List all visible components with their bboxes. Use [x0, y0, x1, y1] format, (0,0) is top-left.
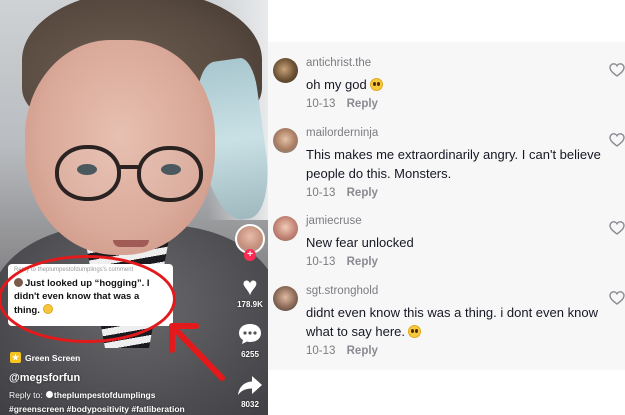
comment-item: jamiecruse New fear unlocked 10-13 Reply: [268, 200, 625, 276]
comment-username[interactable]: sgt.stronghold: [306, 285, 378, 297]
comment-item: mailorderninja This makes me extraordina…: [268, 112, 625, 199]
red-arrow-icon: [169, 323, 225, 381]
screenshot-root: Reply to theplumpestofdumplings's commen…: [0, 0, 625, 415]
share-count: 8032: [241, 400, 259, 409]
comment-text: oh my god: [306, 75, 601, 94]
comment-like-heart-icon[interactable]: [609, 290, 625, 306]
comment-reply-button[interactable]: Reply: [347, 345, 378, 357]
like-count: 178.9K: [237, 300, 263, 309]
comment-meta: 10-13 Reply: [306, 256, 378, 268]
share-arrow-icon[interactable]: [236, 373, 264, 397]
effect-tag[interactable]: ★ Green Screen: [10, 352, 80, 363]
flushed-face-emoji-icon: [408, 325, 421, 338]
reply-to-user: theplumpestofdumplings: [53, 390, 156, 400]
commenter-avatar[interactable]: [273, 286, 298, 311]
comment-date: 10-13: [306, 345, 336, 357]
glasses-bridge: [119, 165, 139, 169]
hashtags[interactable]: #greenscreen #bodypositivity #fatliberat…: [9, 404, 185, 414]
comment-date: 10-13: [306, 187, 336, 199]
glasses-right-lens: [137, 146, 203, 202]
commenter-avatar[interactable]: [273, 128, 298, 153]
video-player[interactable]: Reply to theplumpestofdumplings's commen…: [0, 0, 268, 415]
comment-item: antichrist.the oh my god 10-13 Reply: [268, 42, 625, 118]
green-screen-effect-icon: ★: [10, 352, 21, 363]
comment-username[interactable]: mailorderninja: [306, 127, 378, 139]
comment-bubble-icon[interactable]: [237, 322, 263, 346]
comment-text: New fear unlocked: [306, 235, 414, 250]
comment-date: 10-13: [306, 98, 336, 110]
comment-item: sgt.stronghold didnt even know this was …: [268, 270, 625, 357]
mouth: [113, 240, 149, 247]
comment-username[interactable]: antichrist.the: [306, 57, 371, 69]
comment-body: didnt even know this was a thing. i dont…: [306, 305, 598, 339]
reply-user-avatar-icon: [45, 391, 53, 398]
pleading-face-emoji-icon: [369, 78, 383, 91]
comment-reply-button[interactable]: Reply: [347, 187, 378, 199]
glasses-left-lens: [55, 145, 121, 201]
reply-to-line[interactable]: Reply to: theplumpestofdumplings: [9, 390, 155, 400]
creator-username[interactable]: @megsforfun: [9, 372, 80, 384]
reply-to-prefix: Reply to: [9, 390, 41, 400]
comment-reply-button[interactable]: Reply: [347, 256, 378, 268]
comment-text: didnt even know this was a thing. i dont…: [306, 303, 601, 341]
comments-panel[interactable]: antichrist.the oh my god 10-13 Reply mai…: [268, 42, 625, 370]
commenter-avatar[interactable]: [273, 216, 298, 241]
comment-count: 6255: [241, 350, 259, 359]
comment-like-heart-icon[interactable]: [609, 132, 625, 148]
comment-text: This makes me extraordinarily angry. I c…: [306, 147, 601, 181]
red-highlight-circle: [0, 255, 176, 343]
comment-meta: 10-13 Reply: [306, 187, 378, 199]
person-face: [25, 40, 215, 255]
comment-meta: 10-13 Reply: [306, 345, 378, 357]
commenter-avatar[interactable]: [273, 58, 298, 83]
like-heart-icon[interactable]: ♥: [236, 273, 264, 299]
comment-like-heart-icon[interactable]: [609, 220, 625, 236]
comment-date: 10-13: [306, 256, 336, 268]
comment-reply-button[interactable]: Reply: [347, 98, 378, 110]
comment-like-heart-icon[interactable]: [609, 62, 625, 78]
comment-meta: 10-13 Reply: [306, 98, 378, 110]
comment-body: oh my god: [306, 77, 367, 92]
follow-plus-icon[interactable]: +: [244, 249, 256, 261]
comment-username[interactable]: jamiecruse: [306, 215, 362, 227]
effect-label: Green Screen: [25, 352, 81, 363]
